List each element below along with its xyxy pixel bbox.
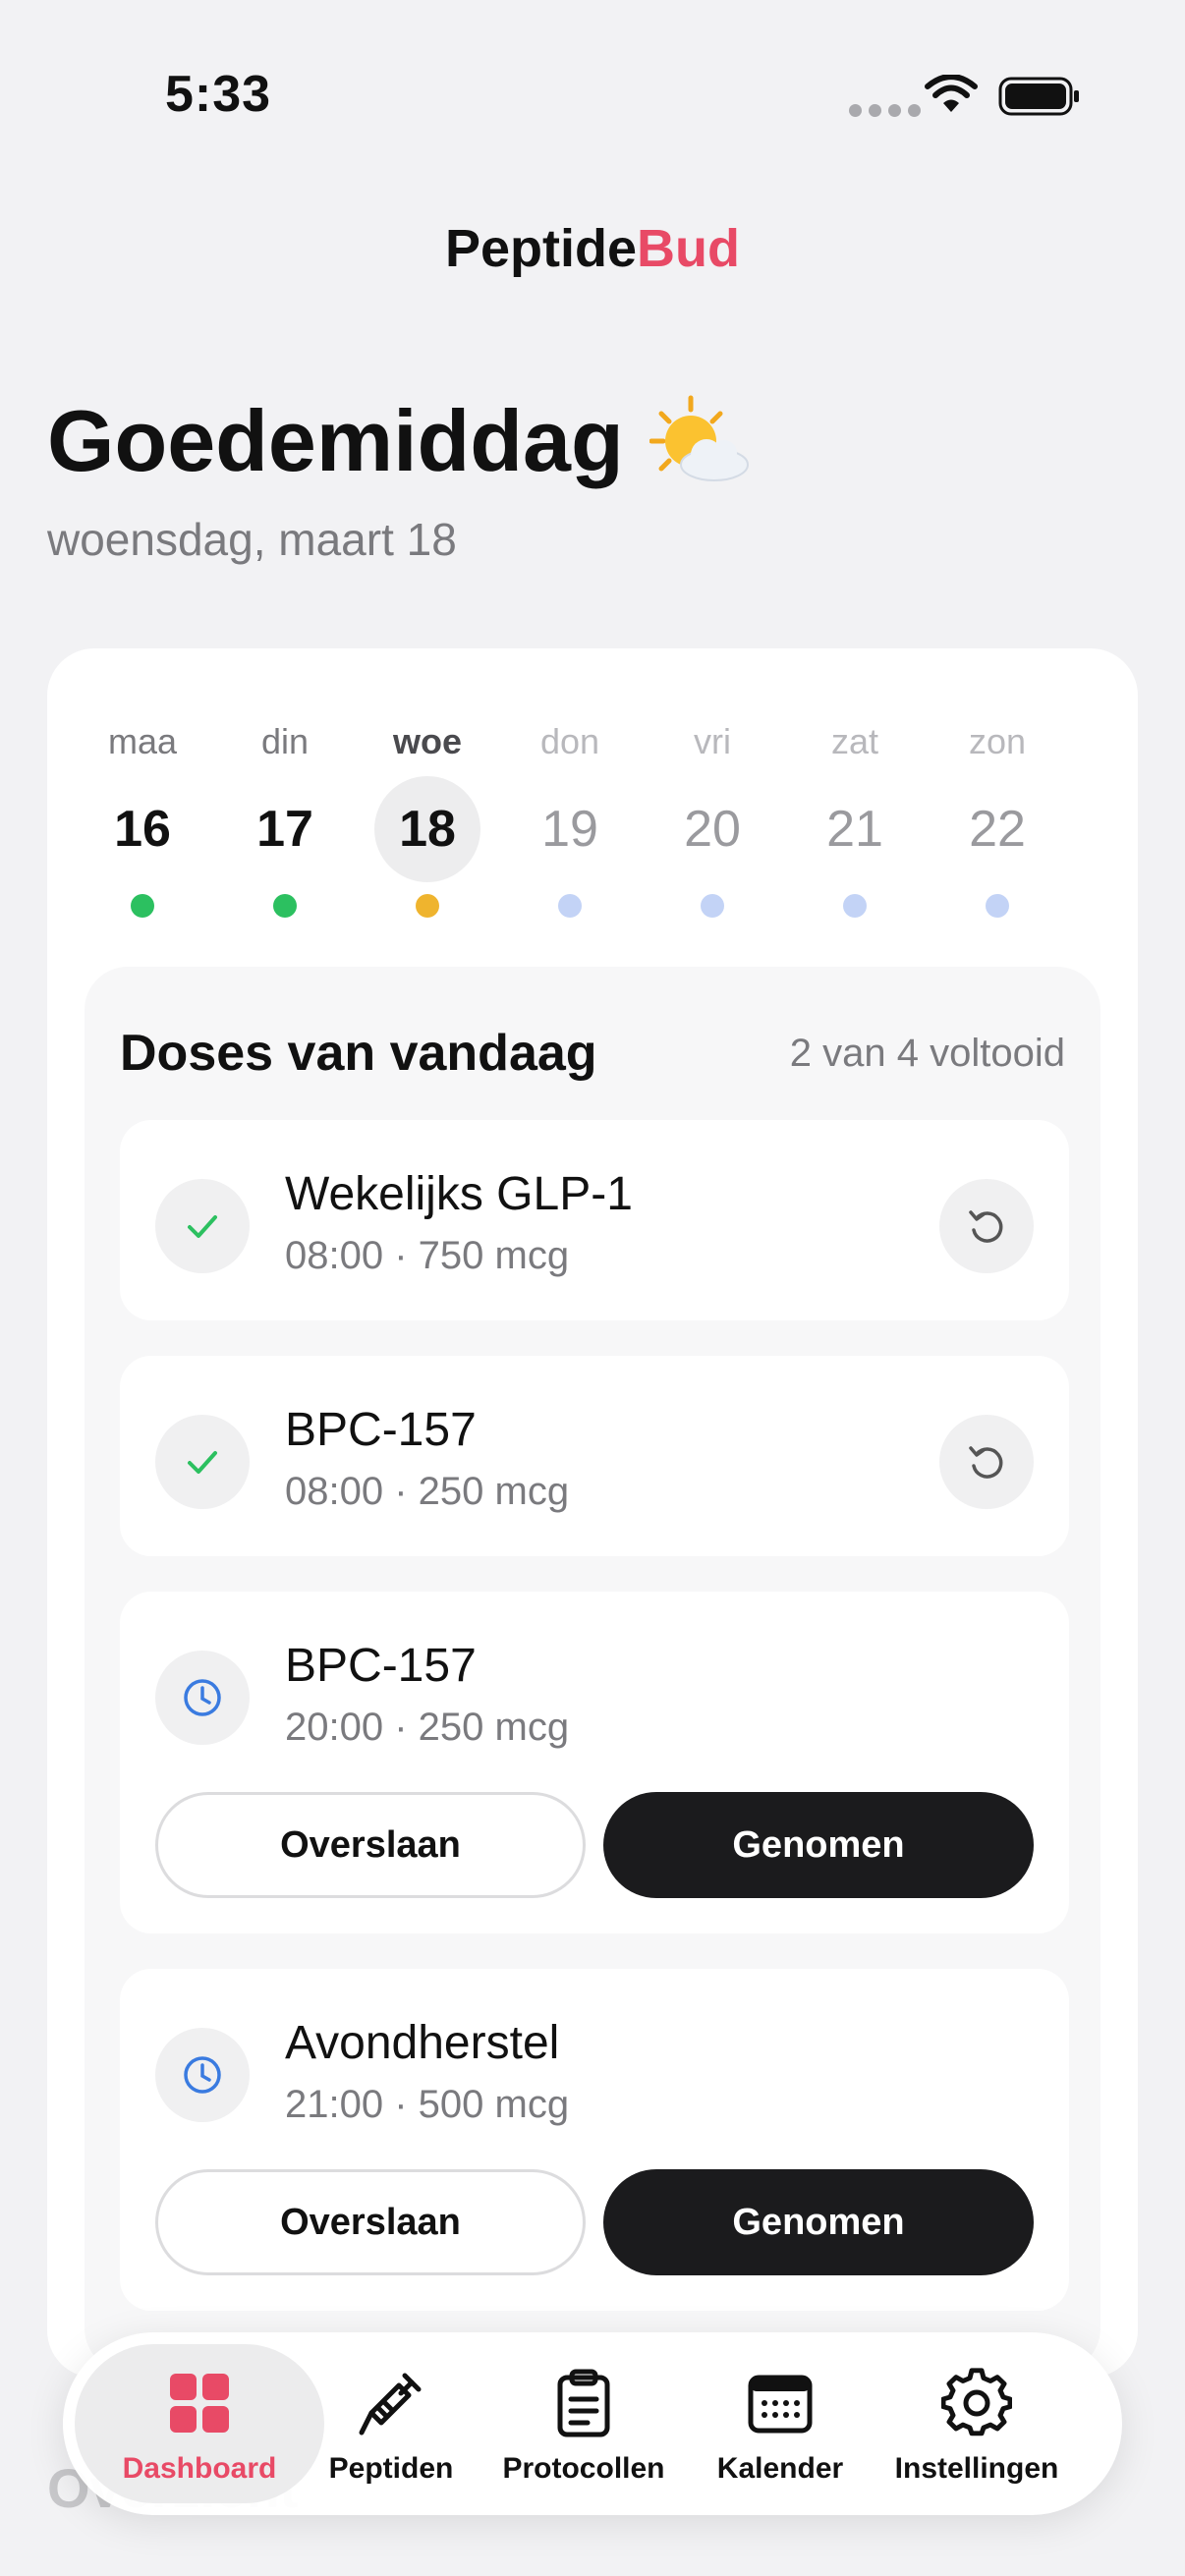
syringe-icon (359, 2373, 422, 2436)
section-title: Doses van vandaag (120, 1025, 597, 1082)
day-status-dot (986, 894, 1009, 918)
dashboard-card: maa 16 din 17 woe 18 don 19 vri 20 zat 2… (47, 648, 1138, 2378)
current-date: woensdag, maart 18 (47, 514, 457, 565)
battery-icon (998, 77, 1079, 116)
dose-detail: 20:00 · 250 mcg (285, 1706, 570, 1749)
dose-name: BPC-157 (285, 1404, 477, 1456)
tab-bar: Dashboard Peptiden Protocollen Kalender … (63, 2332, 1122, 2515)
tab-dashboard[interactable]: Dashboard (75, 2344, 324, 2503)
skip-button[interactable]: Overslaan (155, 2169, 586, 2275)
undo-button[interactable] (939, 1415, 1034, 1509)
day-status-dot (701, 894, 724, 918)
taken-button[interactable]: Genomen (603, 2169, 1034, 2275)
undo-button[interactable] (939, 1179, 1034, 1273)
clock-icon (155, 2028, 250, 2122)
dose-name: Wekelijks GLP-1 (285, 1168, 633, 1220)
dose-name: Avondherstel (285, 2017, 560, 2069)
check-icon (155, 1179, 250, 1273)
day-item[interactable]: zon 22 (924, 648, 1071, 943)
clipboard-icon (557, 2369, 610, 2437)
day-status-dot (273, 894, 297, 918)
dose-card: Avondherstel 21:00 · 500 mcg Overslaan G… (120, 1969, 1069, 2311)
dose-card: BPC-157 08:00 · 250 mcg (120, 1356, 1069, 1556)
app-logo: PeptideBud (444, 219, 740, 278)
day-item[interactable]: zat 21 (781, 648, 929, 943)
doses-progress: 2 van 4 voltooid (789, 1032, 1065, 1075)
check-icon (155, 1415, 250, 1509)
sun-behind-cloud-icon (649, 395, 749, 481)
day-status-dot (416, 894, 439, 918)
day-status-dot (558, 894, 582, 918)
grid-icon (170, 2374, 229, 2433)
signal-dots-icon (849, 104, 921, 117)
day-item-today[interactable]: woe 18 (354, 648, 501, 943)
undo-icon (969, 1210, 1003, 1243)
dose-detail: 08:00 · 250 mcg (285, 1470, 570, 1513)
week-strip: maa 16 din 17 woe 18 don 19 vri 20 zat 2… (69, 648, 1116, 943)
status-time: 5:33 (165, 66, 272, 123)
skip-button[interactable]: Overslaan (155, 1792, 586, 1898)
day-status-dot (843, 894, 867, 918)
tab-peptiden[interactable]: Peptiden (293, 2344, 489, 2503)
dose-detail: 21:00 · 500 mcg (285, 2083, 570, 2126)
tab-kalender[interactable]: Kalender (682, 2344, 878, 2503)
todays-doses-panel: Doses van vandaag 2 van 4 voltooid Wekel… (85, 967, 1100, 2372)
clock-icon (155, 1651, 250, 1745)
greeting: Goedemiddag (47, 391, 752, 491)
day-item[interactable]: don 19 (496, 648, 644, 943)
dose-card: Wekelijks GLP-1 08:00 · 750 mcg (120, 1120, 1069, 1320)
greeting-title: Goedemiddag (47, 392, 624, 489)
taken-button[interactable]: Genomen (603, 1792, 1034, 1898)
day-item[interactable]: maa 16 (69, 648, 216, 943)
dose-detail: 08:00 · 750 mcg (285, 1234, 570, 1277)
tab-instellingen[interactable]: Instellingen (878, 2344, 1075, 2503)
dose-card: BPC-157 20:00 · 250 mcg Overslaan Genome… (120, 1592, 1069, 1933)
wifi-icon (925, 75, 978, 112)
day-status-dot (131, 894, 154, 918)
calendar-icon (748, 2375, 813, 2434)
tab-protocollen[interactable]: Protocollen (485, 2344, 682, 2503)
day-item[interactable]: vri 20 (639, 648, 786, 943)
undo-icon (969, 1446, 1003, 1479)
gear-icon (941, 2368, 1012, 2436)
day-item[interactable]: din 17 (211, 648, 359, 943)
dose-name: BPC-157 (285, 1640, 477, 1692)
